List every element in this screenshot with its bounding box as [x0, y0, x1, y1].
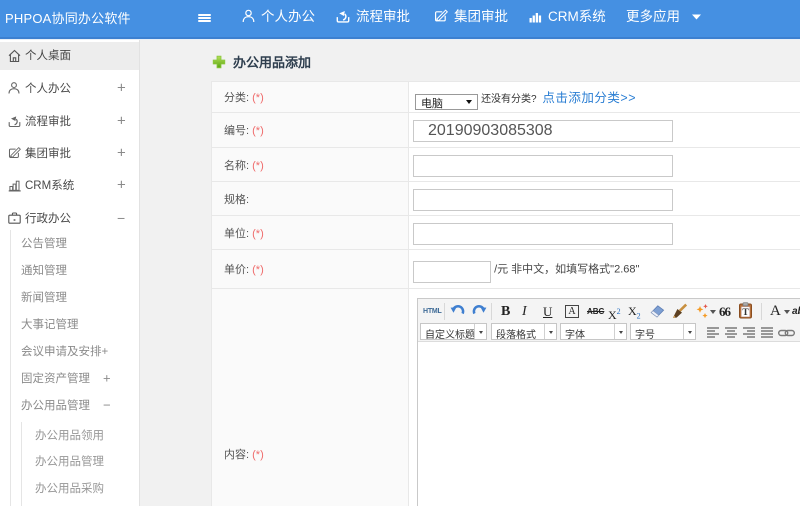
svg-text:T: T	[742, 308, 749, 318]
